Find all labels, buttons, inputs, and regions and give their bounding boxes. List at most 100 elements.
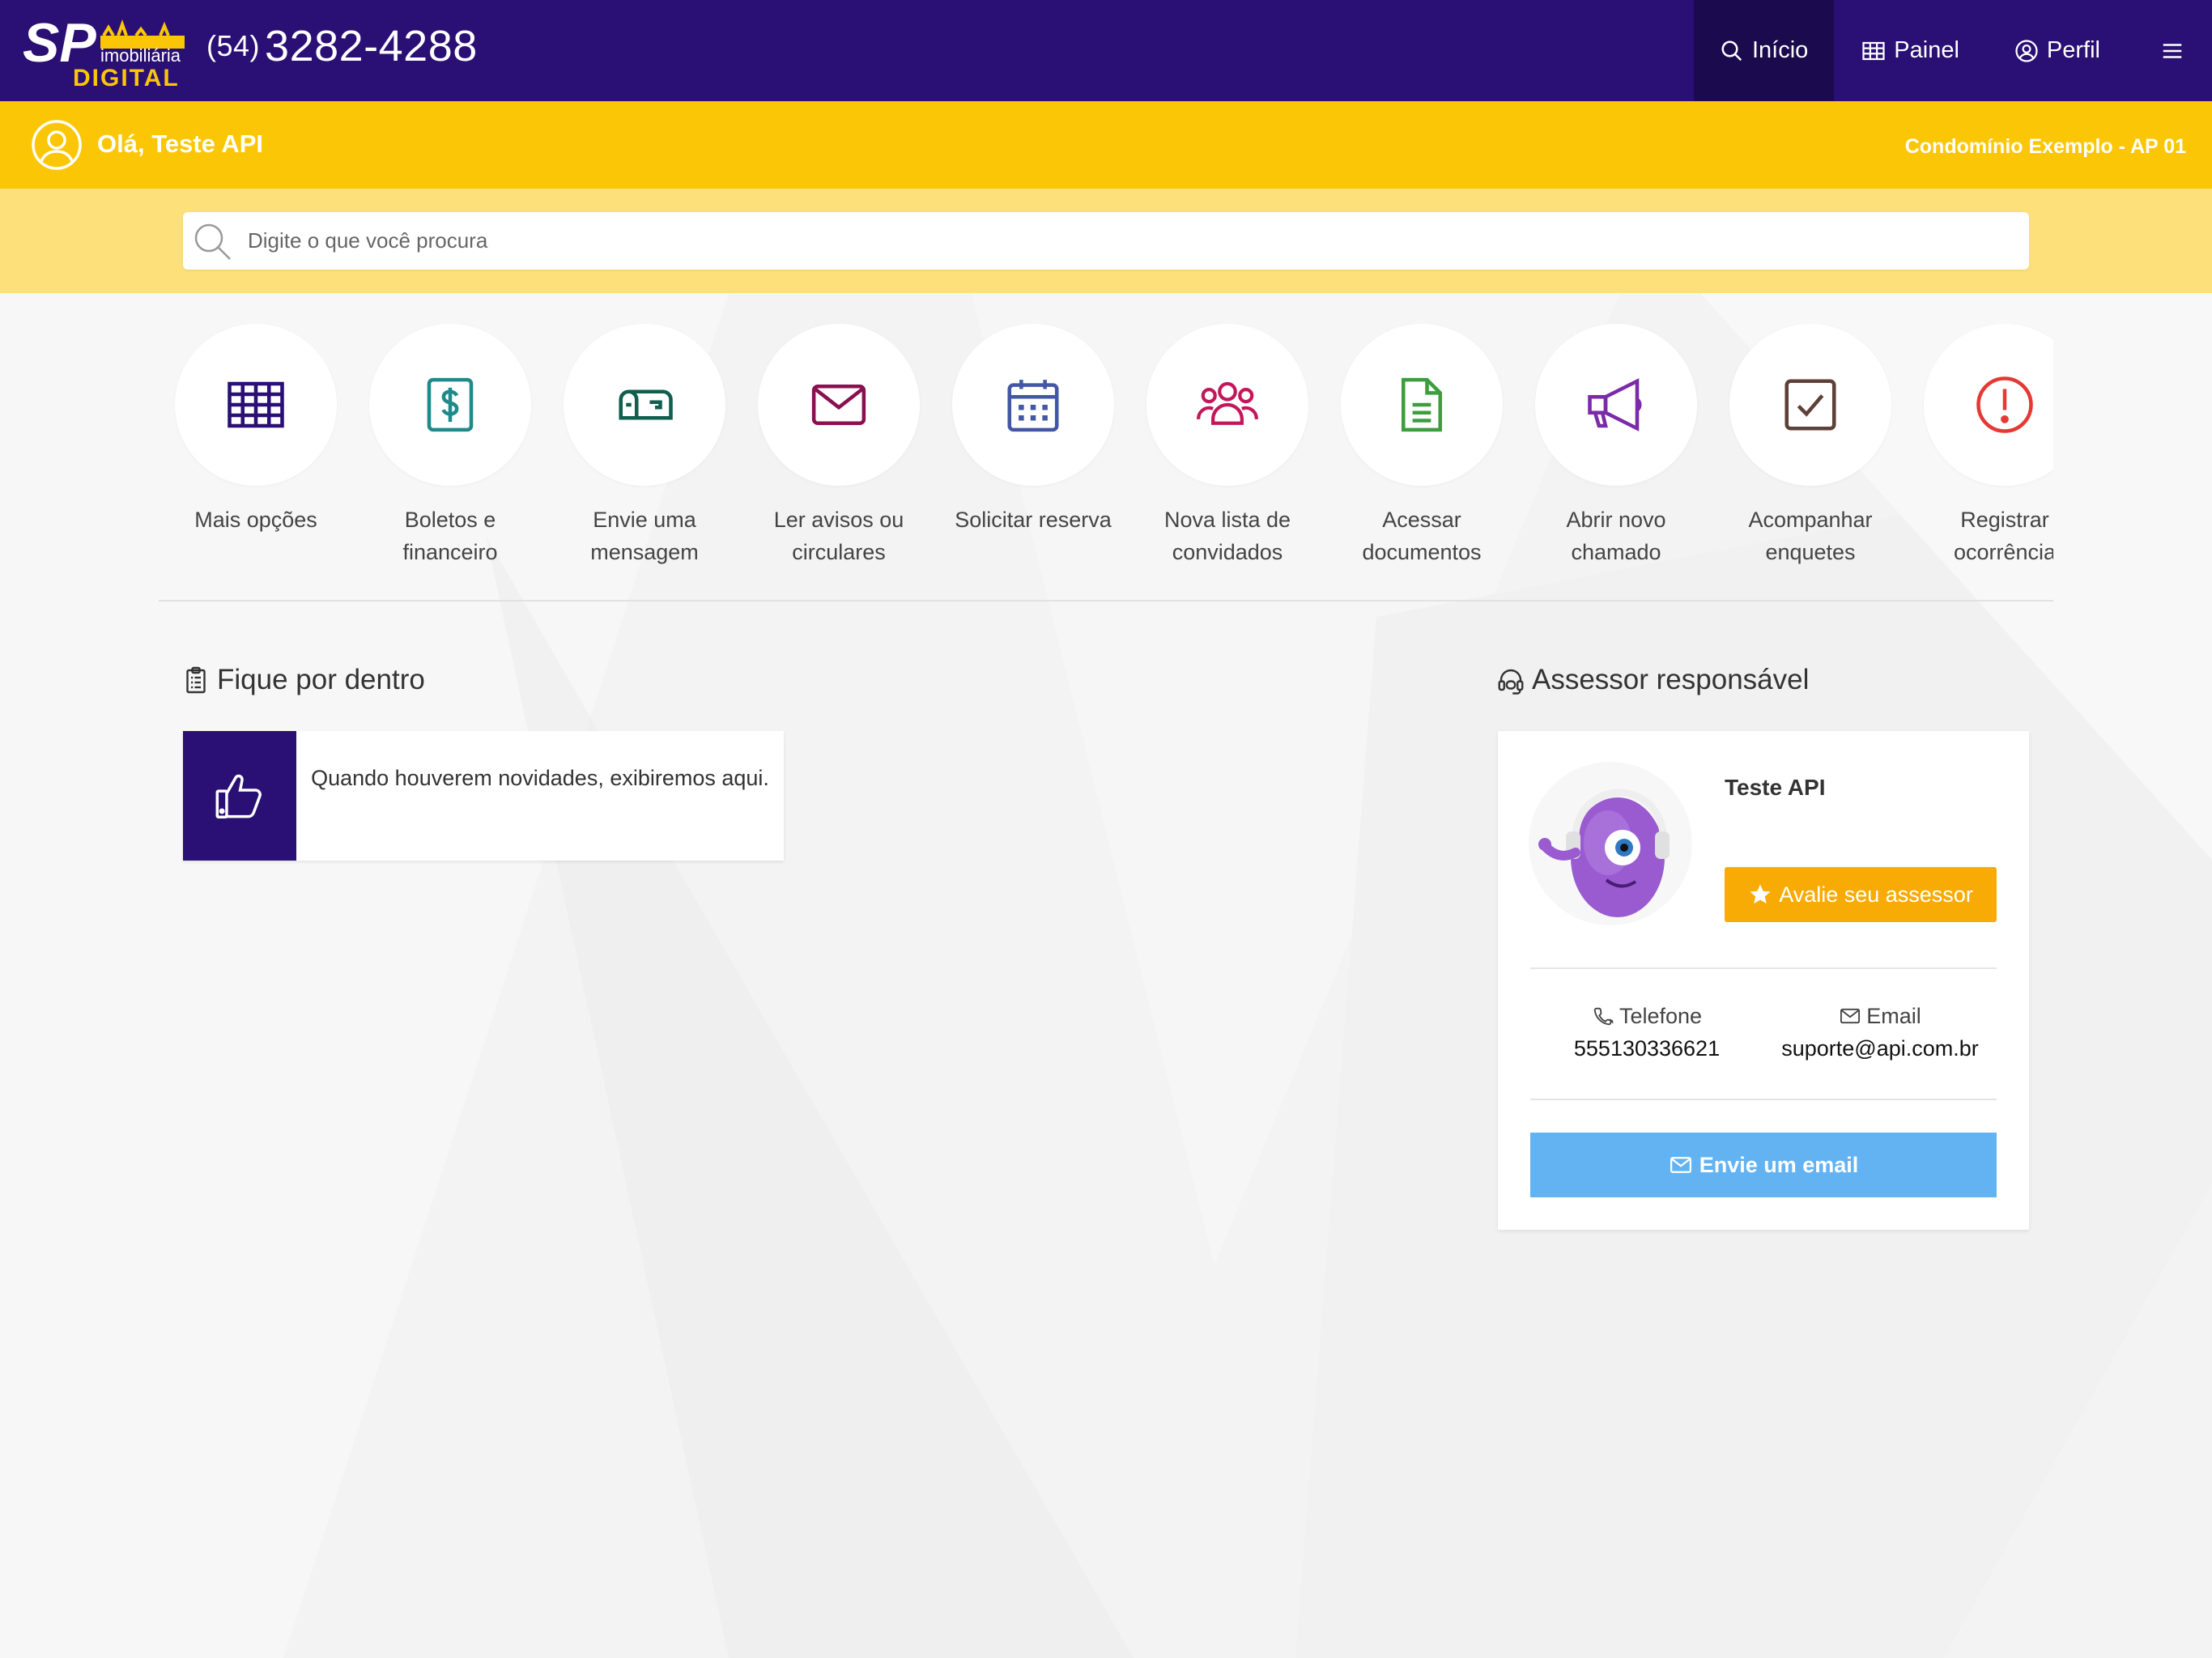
- search-icon: [1721, 40, 1742, 61]
- mascot-avatar-icon: [1538, 789, 1670, 917]
- search-box: [183, 212, 2029, 270]
- advisor-email[interactable]: Email suporte@api.com.br: [1763, 1000, 1997, 1065]
- envelope-icon: [1840, 1008, 1861, 1024]
- action-circle: [564, 324, 725, 486]
- condo-unit-selector[interactable]: Condomínio Exemplo - AP 01: [1905, 135, 2186, 159]
- greeting-bar: Olá, Teste API Condomínio Exemplo - AP 0…: [0, 101, 2212, 189]
- users-icon: [1197, 381, 1258, 425]
- headset-icon: [1498, 669, 1524, 695]
- svg-text:imobiliária: imobiliária: [100, 45, 181, 66]
- action-documentos[interactable]: Acessar documentos: [1325, 324, 1519, 568]
- action-label: Boletos e financeiro: [402, 508, 498, 564]
- section-divider: [159, 600, 2053, 602]
- action-circle: [952, 324, 1114, 486]
- search-input[interactable]: [248, 212, 2013, 270]
- action-circle: [1729, 324, 1891, 486]
- phone-label-row: Telefone: [1530, 1000, 1763, 1032]
- action-circle: [175, 324, 337, 486]
- thumbs-up-icon: [215, 774, 262, 818]
- search-section: [0, 189, 2212, 293]
- action-chamado[interactable]: Abrir novo chamado: [1519, 324, 1713, 568]
- hamburger-menu-icon: [2163, 43, 2182, 58]
- news-empty-text: Quando houverem novidades, exibiremos aq…: [311, 766, 769, 790]
- search-icon: [194, 223, 231, 260]
- advisor-section-title: Assessor responsável: [1496, 664, 1809, 696]
- action-label: Registrar ocorrência: [1953, 508, 2053, 564]
- action-circle: [758, 324, 920, 486]
- action-ocorrencia[interactable]: Registrar ocorrência: [1908, 324, 2053, 568]
- checkbox-icon: [1784, 379, 1836, 431]
- advisor-card: Teste API Avalie seu assessor Telefone 5…: [1498, 731, 2029, 1230]
- grid-icon: [228, 381, 284, 428]
- news-thumb: [183, 731, 296, 861]
- action-circle: [1146, 324, 1308, 486]
- nav-painel-label: Painel: [1894, 37, 1959, 63]
- action-label: Envie uma mensagem: [590, 508, 699, 564]
- alert-icon: [1976, 376, 2033, 433]
- action-label: Solicitar reserva: [955, 508, 1112, 532]
- action-convidados[interactable]: Nova lista de convidados: [1130, 324, 1325, 568]
- user-circle-icon: [2015, 39, 2038, 62]
- envelope-icon: [811, 384, 866, 426]
- card-divider: [1530, 967, 1997, 969]
- action-circle: [1535, 324, 1697, 486]
- hamburger-menu-button[interactable]: [2128, 0, 2212, 101]
- main-nav: Início Painel Perfil: [1693, 0, 2212, 101]
- action-label: Acessar documentos: [1362, 508, 1482, 564]
- company-logo[interactable]: SP imobiliária DIGITAL: [23, 11, 189, 89]
- action-enquetes[interactable]: Acompanhar enquetes: [1713, 324, 1908, 568]
- send-email-label: Envie um email: [1699, 1152, 1859, 1177]
- action-circle: [369, 324, 531, 486]
- phone-area-code: (54): [206, 29, 261, 62]
- star-icon: [1750, 884, 1771, 904]
- action-circle: [1341, 324, 1503, 486]
- clipboard-icon: [186, 666, 206, 694]
- news-title-text: Fique por dentro: [217, 664, 425, 695]
- dollar-icon: [427, 377, 474, 432]
- phone-value: 555130336621: [1573, 1036, 1721, 1061]
- mailbox-icon: [619, 389, 673, 420]
- action-label: Mais opções: [194, 508, 317, 532]
- nav-inicio-label: Início: [1751, 37, 1809, 63]
- rate-advisor-button[interactable]: Avalie seu assessor: [1725, 867, 1997, 922]
- user-circle-icon: [32, 120, 82, 170]
- nav-perfil-label: Perfil: [2046, 37, 2100, 63]
- advisor-title-text: Assessor responsável: [1532, 664, 1810, 695]
- action-mensagem[interactable]: Envie uma mensagem: [547, 324, 742, 568]
- phone-icon: [1593, 1007, 1614, 1026]
- rate-advisor-label: Avalie seu assessor: [1779, 882, 1973, 907]
- action-reserva[interactable]: Solicitar reserva: [936, 324, 1130, 536]
- card-divider: [1530, 1099, 1997, 1100]
- phone-number: 3282-4288: [265, 22, 478, 70]
- action-label: Ler avisos ou circulares: [773, 508, 904, 564]
- action-boletos[interactable]: Boletos e financeiro: [353, 324, 547, 568]
- document-icon: [1401, 377, 1443, 432]
- greeting-text: Olá, Teste API: [97, 130, 264, 158]
- advisor-phone[interactable]: Telefone 555130336621: [1530, 1000, 1763, 1065]
- grid-icon: [1862, 41, 1885, 60]
- action-label: Acompanhar enquetes: [1748, 508, 1873, 564]
- advisor-name: Teste API: [1725, 775, 1826, 800]
- contact-phone: (54) 3282-4288: [206, 21, 478, 71]
- envelope-icon: [1670, 1157, 1691, 1173]
- email-value: suporte@api.com.br: [1781, 1036, 1979, 1061]
- nav-inicio[interactable]: Início: [1693, 0, 1835, 101]
- action-label: Nova lista de convidados: [1163, 508, 1291, 564]
- top-navbar: SP imobiliária DIGITAL (54) 3282-4288 Iní…: [0, 0, 2212, 101]
- phone-label: Telefone: [1619, 1004, 1703, 1028]
- send-email-button[interactable]: Envie um email: [1530, 1133, 1997, 1197]
- news-section-title: Fique por dentro: [181, 664, 425, 696]
- news-card: Quando houverem novidades, exibiremos aq…: [183, 731, 784, 861]
- action-avisos[interactable]: Ler avisos ou circulares: [742, 324, 936, 568]
- action-circle: [1924, 324, 2053, 486]
- nav-painel[interactable]: Painel: [1834, 0, 1987, 101]
- email-label: Email: [1866, 1004, 1921, 1028]
- avatar: [1529, 762, 1692, 925]
- svg-text:DIGITAL: DIGITAL: [73, 65, 180, 89]
- nav-perfil[interactable]: Perfil: [1987, 0, 2128, 101]
- quick-actions: Mais opções Boletos e financeiro Envie u…: [159, 324, 2053, 583]
- email-label-row: Email: [1763, 1000, 1997, 1032]
- action-mais-opcoes[interactable]: Mais opções: [159, 324, 353, 536]
- action-label: Abrir novo chamado: [1566, 508, 1666, 564]
- calendar-icon: [1007, 380, 1059, 432]
